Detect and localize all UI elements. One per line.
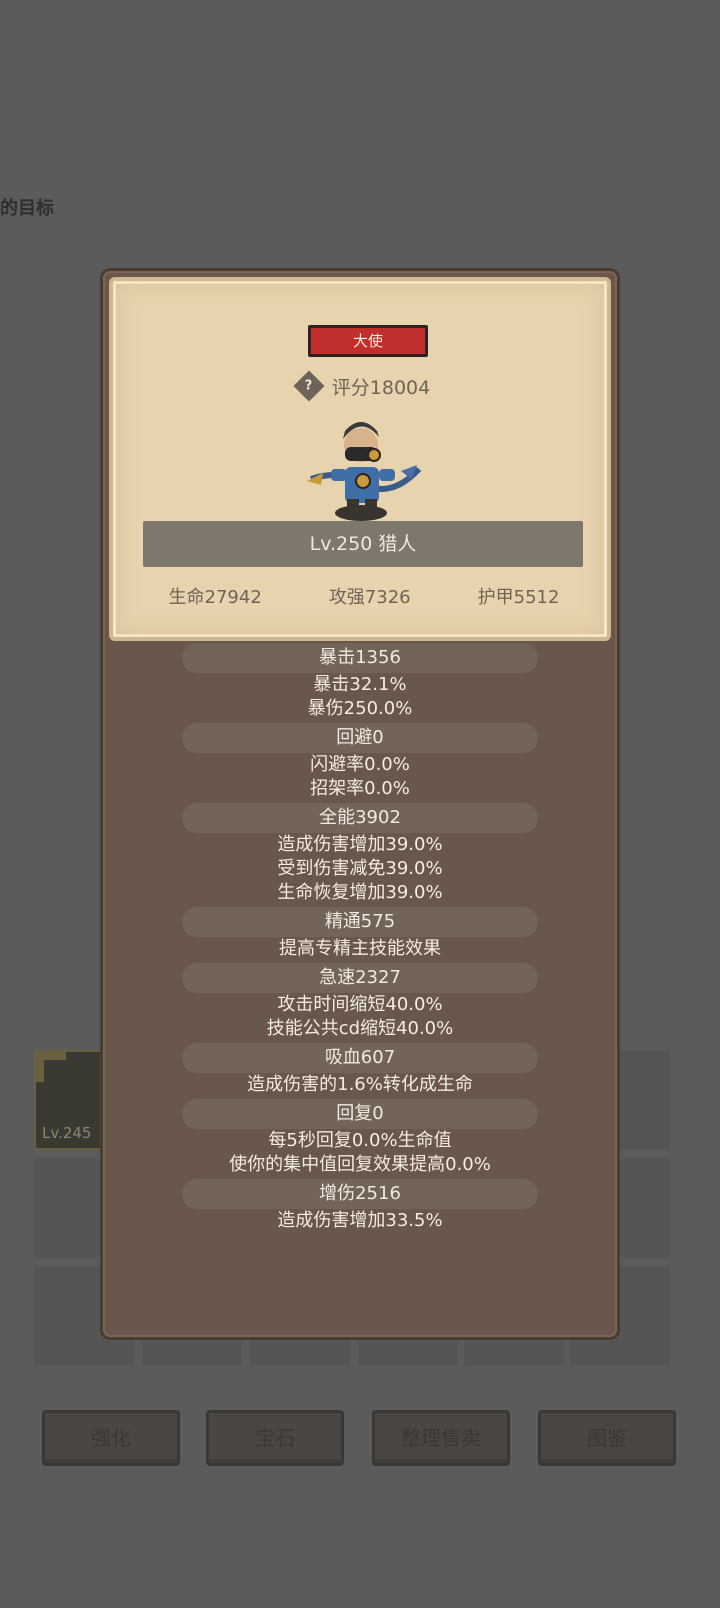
stat-section: 吸血607 造成伤害的1.6%转化成生命 — [103, 1043, 617, 1097]
stat-section: 回避0 闪避率0.0% 招架率0.0% — [103, 723, 617, 801]
enhance-button[interactable]: 强化 — [42, 1410, 180, 1466]
slot-level: Lv.245 — [42, 1124, 92, 1142]
gem-button[interactable]: 宝石 — [206, 1410, 344, 1466]
help-icon[interactable]: ? — [293, 370, 325, 402]
section-head-damage-bonus: 增伤2516 — [182, 1179, 538, 1209]
stat-section: 急速2327 攻击时间缩短40.0% 技能公共cd缩短40.0% — [103, 963, 617, 1041]
section-head-versatility: 全能3902 — [182, 803, 538, 833]
stat-hp: 生命27942 — [168, 587, 262, 608]
stat-section: 回复0 每5秒回复0.0%生命值 使你的集中值回复效果提高0.0% — [103, 1099, 617, 1177]
section-line: 造成伤害增加33.5% — [277, 1210, 443, 1231]
section-line: 闪避率0.0% — [310, 754, 410, 775]
hunter-character-sprite — [307, 422, 422, 521]
stat-section: 精通575 提高专精主技能效果 — [103, 907, 617, 961]
section-line: 生命恢复增加39.0% — [277, 882, 443, 903]
section-line: 招架率0.0% — [310, 778, 410, 799]
section-head-regen: 回复0 — [182, 1099, 538, 1129]
stat-armor: 护甲5512 — [477, 587, 560, 608]
character-card: 大使 ? 评分18004 Lv.250 猎人 生命27942 攻强7326 护甲… — [109, 277, 611, 641]
score-row: ? 评分18004 — [113, 370, 615, 402]
section-head-evasion: 回避0 — [182, 723, 538, 753]
level-class-bar: Lv.250 猎人 — [143, 521, 583, 567]
stat-attack-power: 攻强7326 — [328, 587, 411, 608]
section-head-lifesteal: 吸血607 — [182, 1043, 538, 1073]
stat-section: 增伤2516 造成伤害增加33.5% — [103, 1179, 617, 1233]
section-head-haste: 急速2327 — [182, 963, 538, 993]
background-target-text: 的目标 — [0, 198, 54, 219]
section-line: 每5秒回复0.0%生命值 — [268, 1130, 452, 1151]
rank-badge: 大使 — [308, 325, 428, 357]
section-line: 暴伤250.0% — [307, 698, 413, 719]
section-line: 提高专精主技能效果 — [279, 938, 441, 959]
base-stats-row: 生命27942 攻强7326 护甲5512 — [113, 581, 615, 611]
section-line: 攻击时间缩短40.0% — [277, 994, 443, 1015]
section-line: 使你的集中值回复效果提高0.0% — [229, 1154, 491, 1175]
stat-section: 全能3902 造成伤害增加39.0% 受到伤害减免39.0% 生命恢复增加39.… — [103, 803, 617, 905]
section-line: 技能公共cd缩短40.0% — [266, 1018, 454, 1039]
slot-corner-decoration — [36, 1052, 66, 1082]
collection-button[interactable]: 图鉴 — [538, 1410, 676, 1466]
sort-sell-button[interactable]: 整理售卖 — [372, 1410, 510, 1466]
section-head-crit: 暴击1356 — [182, 643, 538, 673]
section-line: 造成伤害的1.6%转化成生命 — [247, 1074, 473, 1095]
section-line: 造成伤害增加39.0% — [277, 834, 443, 855]
section-head-mastery: 精通575 — [182, 907, 538, 937]
stat-details: 暴击1356 暴击32.1% 暴伤250.0% 回避0 闪避率0.0% 招架率0… — [103, 643, 617, 1235]
game-screen: 的目标 Lv.245 强化 宝石 整理售卖 图鉴 大使 ? 评分18004 Lv… — [0, 0, 720, 1608]
character-stats-modal: 大使 ? 评分18004 Lv.250 猎人 生命27942 攻强7326 护甲… — [100, 268, 620, 1340]
stat-section: 暴击1356 暴击32.1% 暴伤250.0% — [103, 643, 617, 721]
score-text: 评分18004 — [331, 376, 431, 399]
section-line: 暴击32.1% — [313, 674, 407, 695]
section-line: 受到伤害减免39.0% — [277, 858, 443, 879]
